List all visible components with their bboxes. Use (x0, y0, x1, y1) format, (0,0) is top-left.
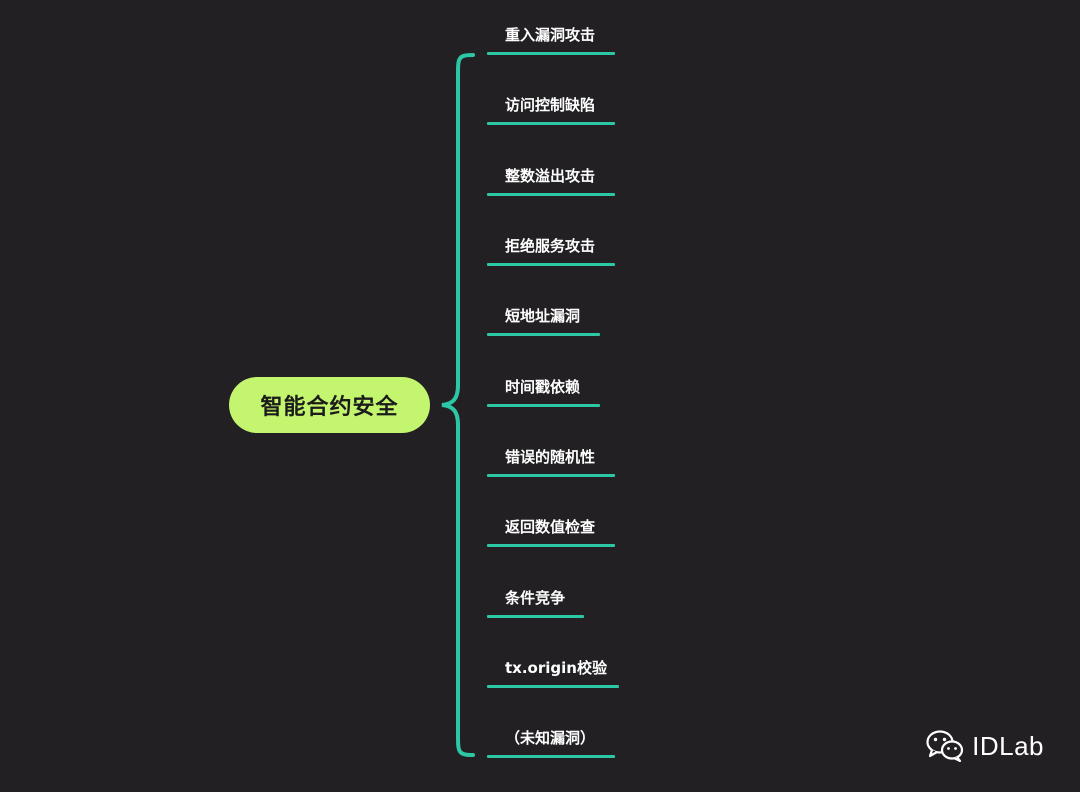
branch-label: 短地址漏洞 (505, 307, 581, 325)
branch-label: 拒绝服务攻击 (505, 237, 596, 255)
branch-label: tx.origin校验 (505, 659, 607, 677)
branch-underline (487, 755, 615, 758)
branch-label: （未知漏洞） (505, 729, 596, 747)
branch-underline (487, 474, 615, 477)
branch-label: 重入漏洞攻击 (505, 26, 596, 44)
root-node: 智能合约安全 (229, 377, 430, 433)
branch-label: 条件竞争 (505, 589, 566, 607)
watermark-text: IDLab (972, 730, 1044, 761)
branch-label: 错误的随机性 (505, 448, 596, 466)
branch-label: 整数溢出攻击 (505, 167, 596, 185)
branch-underline (487, 193, 615, 196)
wechat-icon (926, 730, 964, 762)
branch-underline (487, 333, 600, 336)
branch-underline (487, 263, 615, 266)
branch-label: 时间戳依赖 (505, 378, 581, 396)
watermark: IDLab (926, 730, 1044, 762)
branch-underline (487, 615, 584, 618)
branch-label: 返回数值检查 (505, 518, 596, 536)
branch-underline (487, 544, 615, 547)
branch-underline (487, 52, 615, 55)
branch-underline (487, 122, 615, 125)
branch-underline (487, 685, 619, 688)
mindmap: 智能合约安全 重入漏洞攻击 访问控制缺陷 整数溢出攻击 拒绝服务攻击 短地址漏洞… (0, 0, 1080, 792)
branch-underline (487, 404, 600, 407)
branch-label: 访问控制缺陷 (505, 96, 596, 114)
